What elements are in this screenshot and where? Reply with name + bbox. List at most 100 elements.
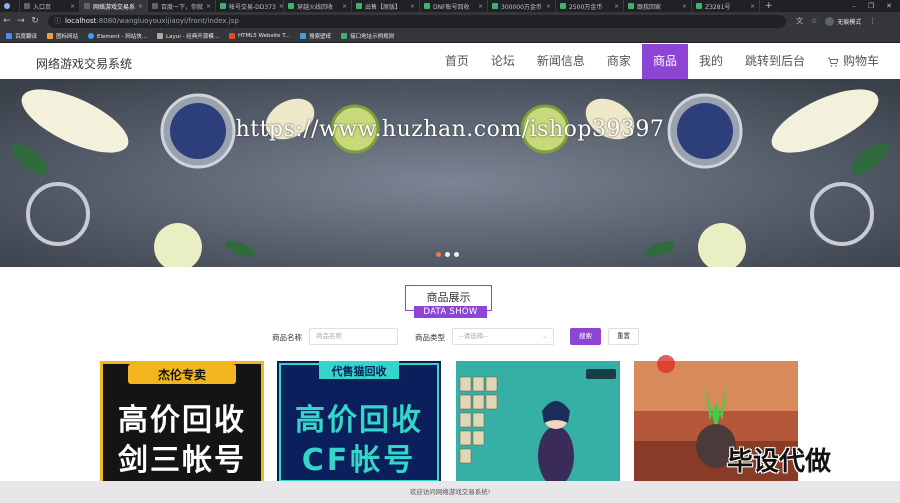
bookmark-item[interactable]: 接口地址示例规则 xyxy=(341,32,394,40)
browser-tab[interactable]: 跟我回家 × xyxy=(624,0,692,12)
close-icon[interactable]: × xyxy=(614,3,619,10)
corner-watermark: 毕设代做 xyxy=(727,447,832,477)
nav-news[interactable]: 新闻信息 xyxy=(526,44,596,79)
bookmark-item[interactable]: 图标网站 xyxy=(47,32,78,40)
browser-tab[interactable]: 300000万金币 × xyxy=(488,0,556,12)
browser-tab[interactable]: 出售【原版】 × xyxy=(352,0,420,12)
minimize-icon[interactable]: – xyxy=(852,2,856,10)
close-icon[interactable]: × xyxy=(682,3,687,10)
browser-tab[interactable]: 百度一下，你就 × xyxy=(148,0,216,12)
cart-icon xyxy=(827,57,839,67)
new-tab-button[interactable]: + xyxy=(760,1,778,11)
profile-button[interactable]: 无痕模式 xyxy=(825,16,861,26)
reset-button[interactable]: 重置 xyxy=(608,328,639,345)
d-icon xyxy=(288,3,294,9)
close-icon[interactable]: × xyxy=(410,3,415,10)
d-icon xyxy=(492,3,498,9)
nav-products[interactable]: 商品 xyxy=(641,44,688,79)
section-title-cn: 商品展示 xyxy=(426,291,471,304)
carousel-dots xyxy=(436,252,459,257)
page-icon xyxy=(24,3,30,9)
nav-cart[interactable]: 购物车 xyxy=(816,44,890,79)
carousel-dot[interactable] xyxy=(436,252,441,257)
d-icon xyxy=(696,3,702,9)
browser-tab[interactable]: 2500万金币 × xyxy=(556,0,624,12)
menu-icon[interactable]: ⋮ xyxy=(869,17,876,25)
address-bar-row: ← → ↻ ⓘ localhost:8080/wangluoyouxijiaoy… xyxy=(0,12,900,30)
search-button[interactable]: 搜索 xyxy=(570,328,601,345)
browser-tab[interactable]: Z3281号 × xyxy=(692,0,760,12)
product-type-select[interactable]: --请选择-- ⌄ xyxy=(452,328,554,345)
d-icon xyxy=(220,3,226,9)
reload-icon[interactable]: ↻ xyxy=(28,16,42,26)
close-icon[interactable]: × xyxy=(70,3,75,10)
nav-admin[interactable]: 跳转到后台 xyxy=(734,44,816,79)
site-header: 网络游戏交易系统 首页 论坛 新闻信息 商家 商品 我的 跳转到后台 购物车 xyxy=(0,44,900,79)
product-tag: 杰伦专卖 xyxy=(157,368,206,382)
close-icon[interactable]: × xyxy=(138,3,143,10)
bookmark-item[interactable]: HTML5 Website T... xyxy=(228,33,290,39)
close-icon[interactable]: × xyxy=(342,3,347,10)
section-heading: 商品展示 DATA SHOW xyxy=(405,285,492,318)
carousel-dot[interactable] xyxy=(454,252,459,257)
product-image xyxy=(456,361,620,481)
page-icon xyxy=(84,3,90,9)
product-subline: CF帐号 xyxy=(301,443,417,478)
main-nav: 首页 论坛 新闻信息 商家 商品 我的 跳转到后台 购物车 xyxy=(434,44,890,79)
nav-mine[interactable]: 我的 xyxy=(688,44,734,79)
d-icon xyxy=(560,3,566,9)
close-icon[interactable]: × xyxy=(206,3,211,10)
product-card[interactable]: 杰伦专卖 高价回收 剑三帐号 xyxy=(100,361,264,481)
product-search-form: 商品名称 商品名称 商品类型 --请选择-- ⌄ 搜索 重置 xyxy=(0,328,900,346)
maximize-icon[interactable]: ❐ xyxy=(868,2,874,10)
product-tag: 代售猫回收 xyxy=(331,365,387,378)
bookmark-icon xyxy=(6,33,12,39)
d-icon xyxy=(424,3,430,9)
translate-icon[interactable]: 文 xyxy=(796,16,803,26)
browser-tab[interactable]: 穿越火线回收 × xyxy=(284,0,352,12)
close-icon[interactable]: × xyxy=(750,3,755,10)
browser-tab[interactable]: DNF账号回收 × xyxy=(420,0,488,12)
d-icon xyxy=(628,3,634,9)
nav-forum[interactable]: 论坛 xyxy=(480,44,526,79)
product-card[interactable] xyxy=(456,361,620,481)
bookmark-icon xyxy=(47,33,54,39)
site-footer: 欢迎访问网络游戏交易系统! xyxy=(0,481,900,503)
chevron-down-icon: ⌄ xyxy=(541,333,547,340)
product-name-input[interactable]: 商品名称 xyxy=(309,328,398,345)
carousel-dot[interactable] xyxy=(445,252,450,257)
banner-carousel[interactable]: https://www.huzhan.com/ishop39397 xyxy=(0,79,900,267)
nav-merchants[interactable]: 商家 xyxy=(596,44,642,79)
star-icon[interactable]: ☆ xyxy=(811,17,817,25)
chrome-icon xyxy=(4,3,10,9)
site-title[interactable]: 网络游戏交易系统 xyxy=(36,55,132,72)
info-icon[interactable]: ⓘ xyxy=(54,16,61,26)
bookmark-item[interactable]: Element - 网站快... xyxy=(88,32,147,40)
browser-tab-bar: 入口页 × 网络游戏交易系 × 百度一下，你就 × 帐号交易-DD373 × 穿越火线回… xyxy=(0,0,900,12)
banner-image xyxy=(0,79,900,267)
close-icon[interactable]: × xyxy=(546,3,551,10)
browser-tab[interactable]: 入口页 × xyxy=(20,0,80,12)
window-controls: – ❐ ✕ xyxy=(852,2,900,10)
url-input[interactable]: ⓘ localhost:8080/wangluoyouxijiaoyi/fron… xyxy=(48,14,786,28)
bookmark-icon xyxy=(341,33,348,39)
close-window-icon[interactable]: ✕ xyxy=(886,2,892,10)
browser-tab-active[interactable]: 网络游戏交易系 × xyxy=(80,0,148,12)
page-icon xyxy=(152,3,158,9)
product-headline: 高价回收 xyxy=(118,403,246,438)
close-icon[interactable]: × xyxy=(478,3,483,10)
nav-home[interactable]: 首页 xyxy=(434,44,480,79)
product-card[interactable]: 代售猫回收 高价回收 CF帐号 xyxy=(277,361,441,481)
bookmark-item[interactable]: Layui - 经典开源模... xyxy=(157,32,219,40)
incognito-icon xyxy=(825,16,835,26)
product-headline: 高价回收 xyxy=(295,403,423,438)
browser-tab[interactable] xyxy=(0,0,20,12)
product-name-label: 商品名称 xyxy=(272,333,302,342)
browser-tab[interactable]: 帐号交易-DD373 × xyxy=(216,0,284,12)
mouse-cursor-indicator xyxy=(657,355,675,373)
section-title-en: DATA SHOW xyxy=(414,306,487,318)
bookmark-item[interactable]: 百度翻译 xyxy=(6,32,37,40)
bookmark-item[interactable]: 搜索壁纸 xyxy=(300,32,331,40)
back-icon[interactable]: ← xyxy=(0,16,14,26)
forward-icon[interactable]: → xyxy=(14,16,28,26)
